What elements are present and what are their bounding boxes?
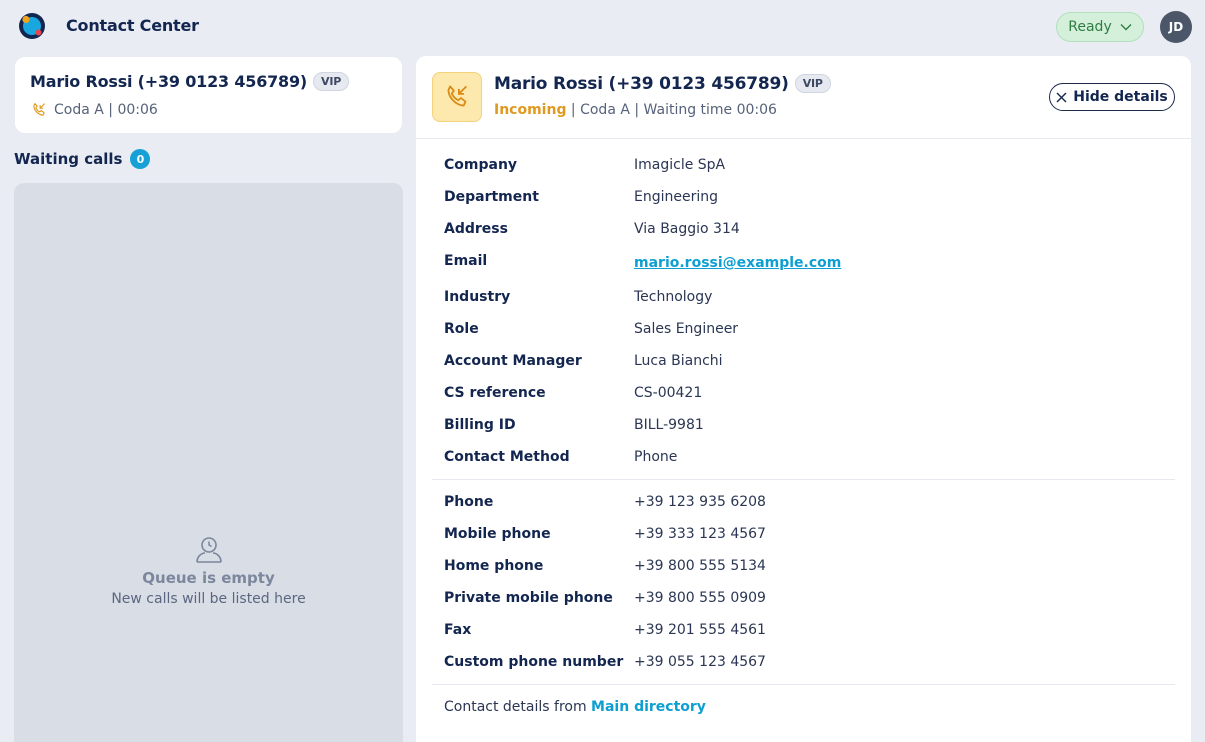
info-label: Company xyxy=(444,157,518,173)
waiting-calls-label: Waiting calls xyxy=(14,150,123,168)
info-value: Imagicle SpA xyxy=(634,157,726,173)
section-divider xyxy=(432,684,1175,685)
status-label: Ready xyxy=(1068,19,1112,35)
incoming-call-icon xyxy=(447,85,467,107)
incoming-call-icon xyxy=(33,103,46,116)
phone-value[interactable]: +39 333 123 4567 xyxy=(634,526,766,542)
section-divider xyxy=(432,479,1175,480)
call-status: Incoming xyxy=(494,102,567,118)
active-call-queue-time: Coda A | 00:06 xyxy=(54,102,158,118)
directory-link[interactable]: Main directory xyxy=(591,699,706,715)
hide-details-label: Hide details xyxy=(1073,89,1168,105)
info-label: Industry xyxy=(444,289,511,305)
phone-label: Private mobile phone xyxy=(444,590,613,606)
detail-caller: Mario Rossi (+39 0123 456789) VIP xyxy=(494,74,831,94)
waiting-calls-queue: Queue is empty New calls will be listed … xyxy=(14,183,403,742)
info-value: Via Baggio 314 xyxy=(634,221,740,237)
info-value: Luca Bianchi xyxy=(634,353,723,369)
info-value: BILL-9981 xyxy=(634,417,704,433)
queue-empty-title: Queue is empty xyxy=(142,569,275,587)
user-avatar[interactable]: JD xyxy=(1160,11,1192,43)
call-type-icon-box xyxy=(432,72,482,122)
active-call-card[interactable]: Mario Rossi (+39 0123 456789) VIP Coda A … xyxy=(15,57,402,133)
info-label: Department xyxy=(444,189,539,205)
chevron-down-icon xyxy=(1120,24,1132,31)
info-value: CS-00421 xyxy=(634,385,703,401)
user-clock-icon xyxy=(195,537,222,563)
active-call-meta: Coda A | 00:06 xyxy=(30,101,158,119)
phone-label: Home phone xyxy=(444,558,544,574)
contact-source: Contact details from Main directory xyxy=(444,699,706,715)
info-label: Billing ID xyxy=(444,417,516,433)
info-value: Engineering xyxy=(634,189,718,205)
info-label: Address xyxy=(444,221,508,237)
agent-status-dropdown[interactable]: Ready xyxy=(1056,12,1144,42)
info-label: Role xyxy=(444,321,479,337)
app-logo-icon xyxy=(19,13,45,39)
queue-empty-state: Queue is empty New calls will be listed … xyxy=(14,535,403,607)
info-value: Technology xyxy=(634,289,713,305)
detail-header: Mario Rossi (+39 0123 456789) VIP Incomin… xyxy=(416,56,1191,139)
waiting-calls-count: 0 xyxy=(130,149,151,169)
info-label: Account Manager xyxy=(444,353,582,369)
phone-label: Fax xyxy=(444,622,472,638)
app-title: Contact Center xyxy=(66,16,199,35)
email-link[interactable]: mario.rossi@example.com xyxy=(634,255,841,271)
phone-value[interactable]: +39 800 555 5134 xyxy=(634,558,766,574)
info-label: Email xyxy=(444,253,488,269)
queue-empty-subtitle: New calls will be listed here xyxy=(111,591,306,607)
phone-value[interactable]: +39 800 555 0909 xyxy=(634,590,766,606)
detail-caller-name: Mario Rossi (+39 0123 456789) xyxy=(494,74,789,94)
hide-details-button[interactable]: Hide details xyxy=(1049,83,1175,111)
phone-value[interactable]: +39 123 935 6208 xyxy=(634,494,766,510)
vip-badge: VIP xyxy=(313,72,350,91)
detail-meta: Incoming | Coda A | Waiting time 00:06 xyxy=(494,102,777,118)
info-label: CS reference xyxy=(444,385,546,401)
info-label: Contact Method xyxy=(444,449,570,465)
close-icon xyxy=(1056,92,1067,102)
detail-queue-wait: | Coda A | Waiting time 00:06 xyxy=(566,102,777,118)
phone-value[interactable]: +39 055 123 4567 xyxy=(634,654,766,670)
source-prefix: Contact details from xyxy=(444,699,592,715)
top-bar: Contact Center Ready JD xyxy=(0,0,1205,54)
vip-badge: VIP xyxy=(794,74,831,93)
phone-value[interactable]: +39 201 555 4561 xyxy=(634,622,766,638)
phone-label: Phone xyxy=(444,494,494,510)
waiting-calls-heading: Waiting calls 0 xyxy=(14,149,151,169)
contact-detail-panel: Mario Rossi (+39 0123 456789) VIP Incomin… xyxy=(416,56,1191,742)
active-call-caller: Mario Rossi (+39 0123 456789) VIP xyxy=(30,72,350,91)
phone-label: Custom phone number xyxy=(444,654,624,670)
info-value: Phone xyxy=(634,449,678,465)
phone-label: Mobile phone xyxy=(444,526,551,542)
active-call-name: Mario Rossi (+39 0123 456789) xyxy=(30,72,308,91)
info-value: Sales Engineer xyxy=(634,321,739,337)
